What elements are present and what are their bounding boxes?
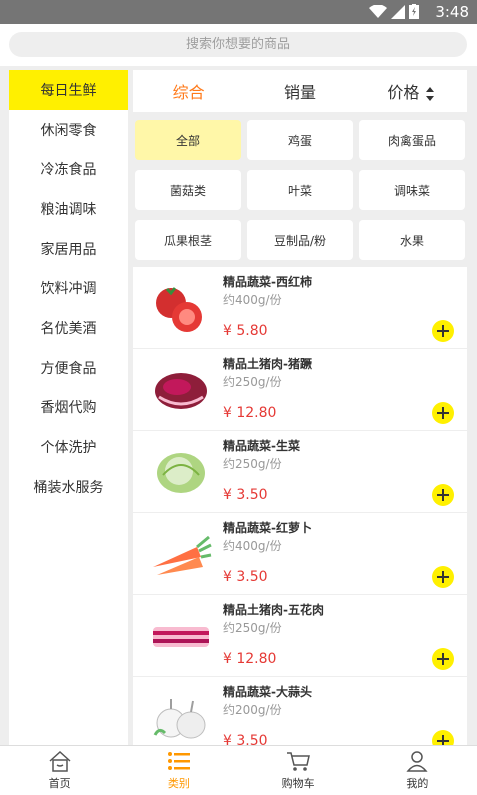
sort-bar: 综合 销量 价格 [133,70,467,112]
product-name: 精品蔬菜-生菜 [223,439,300,453]
tab-label: 购物车 [281,777,315,790]
sort-comprehensive[interactable]: 综合 [133,79,244,103]
signal-icon [391,4,405,19]
tab-label: 我的 [406,777,429,790]
add-to-cart-button[interactable] [432,320,454,342]
wifi-icon [369,4,387,18]
product-name: 精品蔬菜-红萝卜 [223,521,312,535]
chip[interactable]: 豆制品/粉 [247,220,353,260]
product-weight: 约250g/份 [223,375,282,389]
chip[interactable]: 瓜果根茎 [135,220,241,260]
chip[interactable]: 菌菇类 [135,170,241,210]
header: 搜索你想要的商品 [0,24,477,66]
product-name: 精品蔬菜-大蒜头 [223,685,312,699]
product-price: ¥ 12.80 [223,651,277,667]
tab-cart[interactable]: 购物车 [239,746,358,795]
sidebar-item[interactable]: 冷冻食品 [9,149,128,189]
battery-icon [409,4,419,19]
add-to-cart-button[interactable] [432,648,454,670]
product-weight: 约400g/份 [223,539,282,553]
product-price: ¥ 3.50 [223,569,268,585]
filter-chips: 全部 鸡蛋 肉禽蛋品 菌菇类 叶菜 调味菜 瓜果根茎 豆制品/粉 水果 [133,112,467,260]
lettuce-icon [157,453,205,493]
product-weight: 约200g/份 [223,703,282,717]
sort-price[interactable]: 价格 [356,79,467,103]
sidebar-item[interactable]: 家居用品 [9,229,128,269]
sidebar-item[interactable]: 饮料冲调 [9,268,128,308]
product-weight: 约250g/份 [223,457,282,471]
cart-icon [287,752,311,771]
sort-arrows-icon [426,86,435,101]
product-item[interactable]: 精品土猪肉-猪蹶 约250g/份 ¥ 12.80 [133,349,467,431]
bottom-tab-bar: 首页 类别 购物车 我的 [0,745,477,795]
tab-label: 首页 [48,777,71,790]
chip[interactable]: 肉禽蛋品 [359,120,465,160]
product-price: ¥ 3.50 [223,487,268,503]
sidebar-item[interactable]: 休闲零食 [9,110,128,150]
chip[interactable]: 鸡蛋 [247,120,353,160]
product-weight: 约400g/份 [223,293,282,307]
sidebar-item[interactable]: 个体洗护 [9,427,128,467]
sidebar-item[interactable]: 香烟代购 [9,388,128,428]
category-icon [167,752,190,770]
chip[interactable]: 调味菜 [359,170,465,210]
tab-home[interactable]: 首页 [0,746,119,795]
garlic-icon [153,699,206,739]
chip-all[interactable]: 全部 [135,120,241,160]
status-bar: 3:48 [0,0,477,24]
home-icon [49,750,71,772]
sidebar-item[interactable]: 每日生鲜 [9,70,128,110]
pork-belly-icon [153,627,209,647]
main-content: 综合 销量 价格 全部 鸡蛋 肉禽蛋品 菌菇类 叶菜 调味菜 瓜果根茎 豆制品/… [133,70,467,746]
product-list: 精品蔬菜-西红柿 约400g/份 ¥ 5.80 精品土猪肉-猪蹶 约250g/份… [133,267,467,746]
tab-mine[interactable]: 我的 [358,746,477,795]
chip[interactable]: 水果 [359,220,465,260]
product-price: ¥ 12.80 [223,405,277,421]
sort-label: 销量 [283,83,316,102]
product-name: 精品土猪肉-猪蹶 [223,357,312,371]
user-icon [406,751,428,772]
category-sidebar: 每日生鲜 休闲零食 冷冻食品 粮油调味 家居用品 饮料冲调 名优美酒 方便食品 … [9,70,128,746]
product-item[interactable]: 精品土猪肉-五花肉 约250g/份 ¥ 12.80 [133,595,467,677]
pork-icon [155,373,207,409]
tab-category[interactable]: 类别 [119,746,238,795]
product-item[interactable]: 精品蔬菜-大蒜头 约200g/份 ¥ 3.50 [133,677,467,746]
carrot-icon [153,535,212,575]
sort-label: 综合 [172,83,205,102]
product-weight: 约250g/份 [223,621,282,635]
search-input[interactable]: 搜索你想要的商品 [9,32,467,57]
chip[interactable]: 叶菜 [247,170,353,210]
product-name: 精品土猪肉-五花肉 [223,603,324,617]
sidebar-item[interactable]: 名优美酒 [9,308,128,348]
sidebar-item[interactable]: 桶装水服务 [9,467,128,507]
sort-label: 价格 [387,83,420,102]
tomato-icon [156,287,202,332]
add-to-cart-button[interactable] [432,402,454,424]
sidebar-item[interactable]: 粮油调味 [9,189,128,229]
status-icons [369,4,419,19]
add-to-cart-button[interactable] [432,484,454,506]
product-name: 精品蔬菜-西红柿 [223,275,312,289]
sidebar-item[interactable]: 方便食品 [9,348,128,388]
add-to-cart-button[interactable] [432,566,454,588]
status-time: 3:48 [435,3,469,21]
product-item[interactable]: 精品蔬菜-生菜 约250g/份 ¥ 3.50 [133,431,467,513]
product-item[interactable]: 精品蔬菜-西红柿 约400g/份 ¥ 5.80 [133,267,467,349]
product-item[interactable]: 精品蔬菜-红萝卜 约400g/份 ¥ 3.50 [133,513,467,595]
sort-sales[interactable]: 销量 [244,79,355,103]
add-to-cart-button[interactable] [432,730,454,746]
product-price: ¥ 5.80 [223,323,268,339]
tab-label: 类别 [167,777,190,790]
